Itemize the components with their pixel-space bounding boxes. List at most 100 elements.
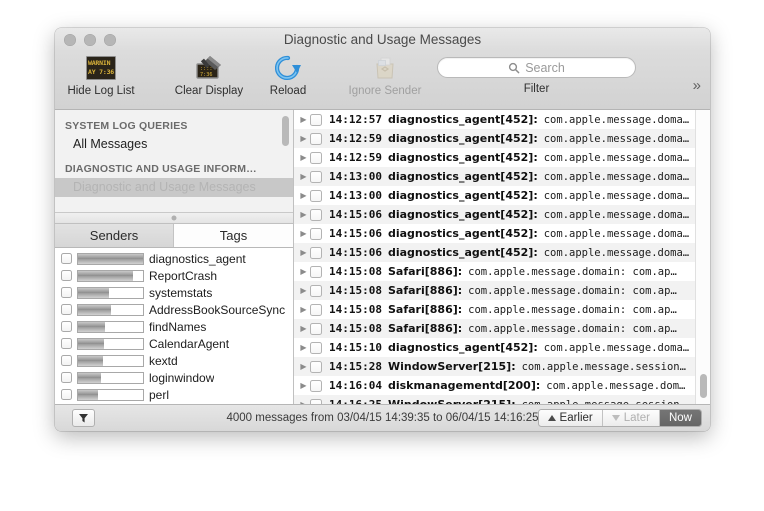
- message-checkbox[interactable]: [310, 246, 322, 259]
- disclosure-triangle-icon[interactable]: ▶: [297, 267, 310, 276]
- sender-row[interactable]: kextd: [55, 352, 293, 369]
- disclosure-triangle-icon[interactable]: ▶: [297, 115, 310, 124]
- disclosure-triangle-icon[interactable]: ▶: [297, 248, 310, 257]
- message-checkbox[interactable]: [310, 360, 322, 373]
- sender-count-bar: [77, 320, 144, 333]
- message-list-scrollbar-thumb[interactable]: [700, 374, 707, 398]
- sender-row[interactable]: findNames: [55, 318, 293, 335]
- message-checkbox[interactable]: [310, 265, 322, 278]
- toolbar-overflow-button[interactable]: »: [693, 77, 701, 94]
- disclosure-triangle-icon[interactable]: ▶: [297, 210, 310, 219]
- message-sender: Safari[886]:: [387, 322, 463, 335]
- sidebar-scrollbar-thumb[interactable]: [282, 116, 289, 146]
- sender-row[interactable]: perl: [55, 386, 293, 403]
- message-row[interactable]: ▶ 14:13:00 diagnostics_agent[452]: com.appl…: [294, 186, 710, 205]
- sender-row[interactable]: systemstats: [55, 284, 293, 301]
- hide-log-list-button[interactable]: WARNIN AY 7:36 Hide Log List: [55, 53, 147, 97]
- sidebar-splitter[interactable]: [55, 212, 293, 224]
- disclosure-triangle-icon[interactable]: ▶: [297, 381, 310, 390]
- sender-checkbox[interactable]: [61, 321, 72, 332]
- message-row[interactable]: ▶ 14:12:59 diagnostics_agent[452]: com.appl…: [294, 129, 710, 148]
- sender-checkbox[interactable]: [61, 372, 72, 383]
- disclosure-triangle-icon[interactable]: ▶: [297, 362, 310, 371]
- message-checkbox[interactable]: [310, 189, 322, 202]
- message-time: 14:15:06: [329, 208, 382, 221]
- message-time: 14:16:04: [329, 379, 382, 392]
- reload-button[interactable]: Reload: [255, 53, 321, 97]
- disclosure-triangle-icon[interactable]: ▶: [297, 324, 310, 333]
- disclosure-triangle-icon[interactable]: ▶: [297, 153, 310, 162]
- message-row[interactable]: ▶ 14:16:04 diskmanagementd[200]: com.apple.…: [294, 376, 710, 395]
- message-row[interactable]: ▶ 14:15:28 WindowServer[215]: com.apple.mes…: [294, 357, 710, 376]
- zoom-button[interactable]: [104, 34, 116, 46]
- message-checkbox[interactable]: [310, 132, 322, 145]
- message-checkbox[interactable]: [310, 151, 322, 164]
- message-row[interactable]: ▶ 14:15:08 Safari[886]: com.apple.message.d…: [294, 281, 710, 300]
- disclosure-triangle-icon[interactable]: ▶: [297, 305, 310, 314]
- sender-name: loginwindow: [149, 370, 215, 385]
- tab-senders[interactable]: Senders: [55, 224, 174, 247]
- disclosure-triangle-icon[interactable]: ▶: [297, 286, 310, 295]
- minimize-button[interactable]: [84, 34, 96, 46]
- disclosure-triangle-icon[interactable]: ▶: [297, 229, 310, 238]
- sender-row[interactable]: AddressBookSourceSync: [55, 301, 293, 318]
- ignore-sender-button[interactable]: Ignore Sender: [339, 53, 431, 97]
- message-list-scrollbar-track[interactable]: [695, 110, 710, 404]
- message-checkbox[interactable]: [310, 379, 322, 392]
- message-checkbox[interactable]: [310, 113, 322, 126]
- sender-checkbox[interactable]: [61, 253, 72, 264]
- sender-name: ReportCrash: [149, 268, 218, 283]
- message-row[interactable]: ▶14:16:25WindowServer[215]:com.apple.mes…: [294, 395, 710, 404]
- disclosure-triangle-icon[interactable]: ▶: [297, 172, 310, 181]
- search-input[interactable]: Search: [437, 57, 636, 78]
- filter-menu-button[interactable]: [72, 409, 95, 427]
- message-checkbox[interactable]: [310, 227, 322, 240]
- message-row[interactable]: ▶ 14:15:06 diagnostics_agent[452]: com.appl…: [294, 243, 710, 262]
- sender-name: systemstats: [149, 285, 213, 300]
- sender-checkbox[interactable]: [61, 270, 72, 281]
- message-checkbox[interactable]: [310, 208, 322, 221]
- clear-display-button[interactable]: :::: 7:36 Clear Display: [163, 53, 255, 97]
- message-row[interactable]: ▶ 14:15:06 diagnostics_agent[452]: com.appl…: [294, 205, 710, 224]
- message-checkbox[interactable]: [310, 284, 322, 297]
- sender-row[interactable]: ReportCrash: [55, 267, 293, 284]
- message-checkbox[interactable]: [310, 322, 322, 335]
- disclosure-triangle-icon[interactable]: ▶: [297, 191, 310, 200]
- later-button[interactable]: Later: [602, 410, 660, 426]
- sender-checkbox[interactable]: [61, 338, 72, 349]
- message-row[interactable]: ▶ 14:15:08 Safari[886]: com.apple.message.d…: [294, 300, 710, 319]
- message-row[interactable]: ▶ 14:12:57 diagnostics_agent[452]: com.appl…: [294, 110, 710, 129]
- earlier-button[interactable]: Earlier: [538, 410, 603, 426]
- sidebar-item-all-messages[interactable]: All Messages: [55, 135, 293, 154]
- sender-checkbox[interactable]: [61, 389, 72, 400]
- message-row[interactable]: ▶ 14:15:08 Safari[886]: com.apple.message.d…: [294, 262, 710, 281]
- tab-tags[interactable]: Tags: [174, 224, 293, 247]
- sender-row[interactable]: diagnostics_agent: [55, 250, 293, 267]
- message-row[interactable]: ▶ 14:12:59 diagnostics_agent[452]: com.appl…: [294, 148, 710, 167]
- now-button[interactable]: Now: [659, 410, 701, 426]
- sender-checkbox[interactable]: [61, 355, 72, 366]
- message-checkbox[interactable]: [310, 170, 322, 183]
- disclosure-triangle-icon[interactable]: ▶: [297, 134, 310, 143]
- sender-row[interactable]: loginwindow: [55, 369, 293, 386]
- message-row[interactable]: ▶ 14:15:08 Safari[886]: com.apple.message.d…: [294, 319, 710, 338]
- sender-row[interactable]: CalendarAgent: [55, 335, 293, 352]
- close-button[interactable]: [64, 34, 76, 46]
- splitter-handle[interactable]: [171, 215, 177, 221]
- status-bar: 4000 messages from 03/04/15 14:39:35 to …: [55, 404, 710, 431]
- message-row[interactable]: ▶ 14:13:00 diagnostics_agent[452]: com.appl…: [294, 167, 710, 186]
- title-bar[interactable]: Diagnostic and Usage Messages: [55, 28, 710, 51]
- message-time: 14:15:08: [329, 265, 382, 278]
- message-row[interactable]: ▶ 14:15:10 diagnostics_agent[452]: com.appl…: [294, 338, 710, 357]
- message-text: com.apple.message.domain: com.ap…: [468, 303, 677, 316]
- sender-checkbox[interactable]: [61, 304, 72, 315]
- message-row[interactable]: ▶ 14:15:06 diagnostics_agent[452]: com.appl…: [294, 224, 710, 243]
- console-icon-line2: AY 7:36: [88, 68, 114, 76]
- sidebar-item-diagnostic-and-usage-messages[interactable]: Diagnostic and Usage Messages: [55, 178, 293, 197]
- disclosure-triangle-icon[interactable]: ▶: [297, 343, 310, 352]
- message-checkbox[interactable]: [310, 303, 322, 316]
- sender-count-bar: [77, 286, 144, 299]
- sender-checkbox[interactable]: [61, 287, 72, 298]
- message-checkbox[interactable]: [310, 341, 322, 354]
- message-time: 14:15:10: [329, 341, 382, 354]
